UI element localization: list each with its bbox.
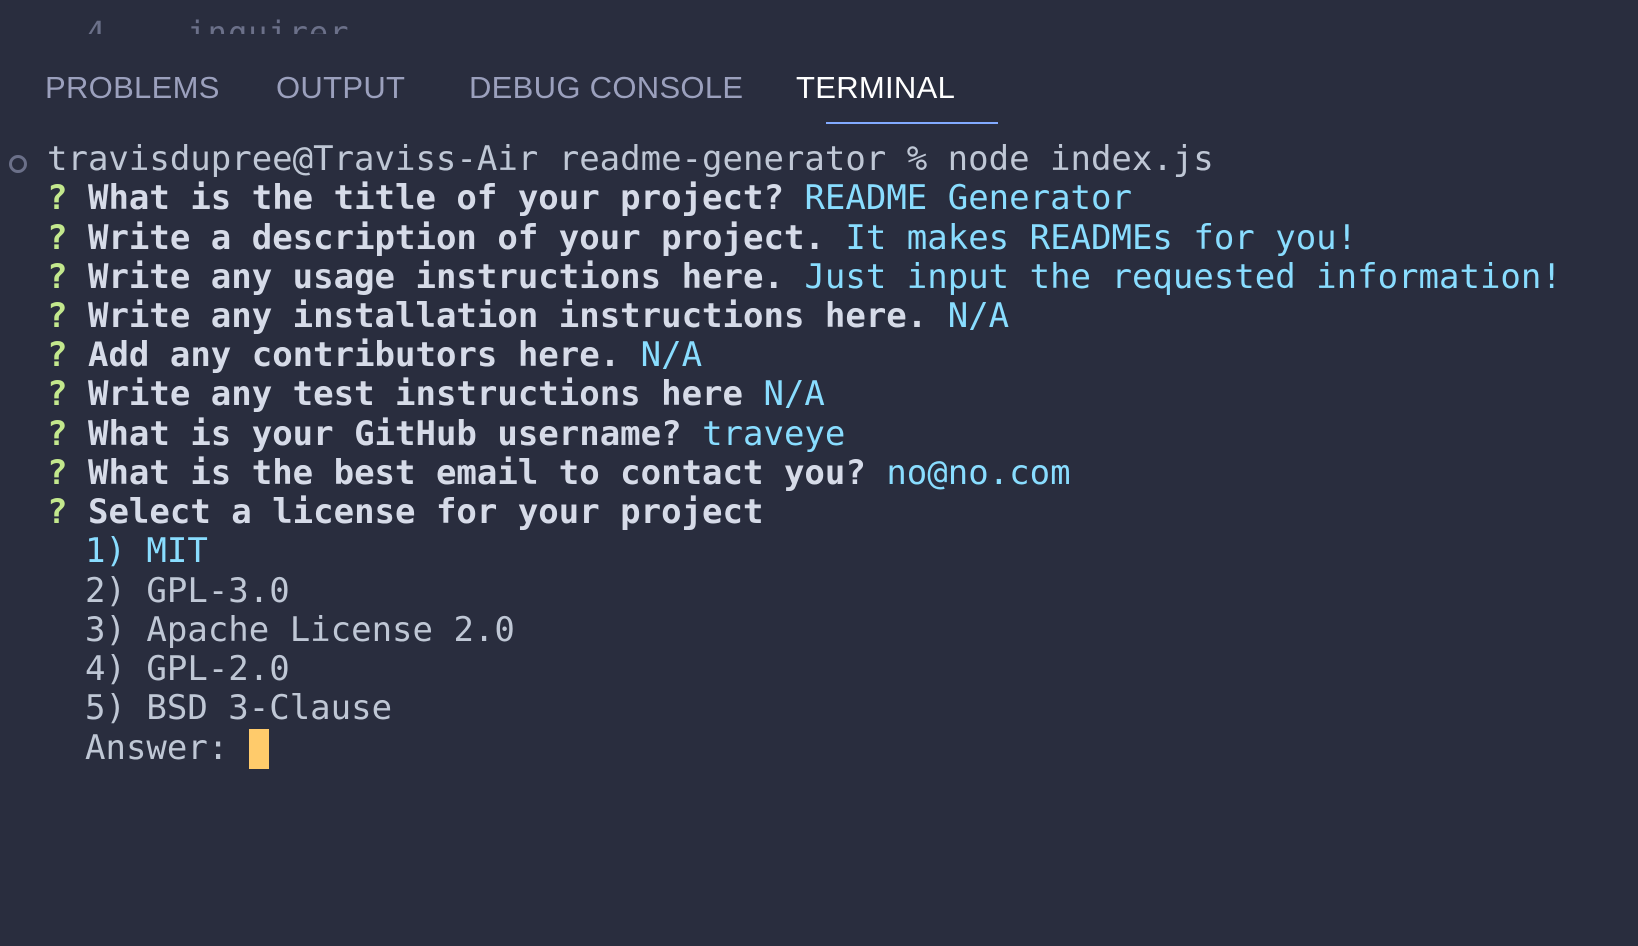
question-line: ? Write any installation instructions he… [47,296,1009,337]
question-text: Write a description of your project. [87,218,825,258]
prompt-marker: ? [47,257,68,297]
command-status-circle-icon [9,155,27,173]
tab-debug-console[interactable]: DEBUG CONSOLE [469,62,743,124]
question-text: What is the best email to contact you? [87,453,866,493]
license-choice-gpl-2[interactable]: 4) GPL-2.0 [85,649,290,690]
answer-text: no@no.com [886,453,1071,493]
question-text: Add any contributors here. [87,335,621,375]
prompt-marker: ? [47,414,68,454]
question-text: Write any installation instructions here… [87,296,928,336]
prompt-marker: ? [47,335,68,375]
question-text: What is the title of your project? [87,178,784,218]
question-line: ? What is your GitHub username? traveye [47,414,845,455]
prompt-marker: ? [47,374,68,414]
question-line: ? What is the title of your project? REA… [47,178,1132,219]
answer-text: It makes READMEs for you! [845,218,1358,258]
question-text: Write any usage instructions here. [87,257,784,297]
answer-text: README Generator [804,178,1132,218]
answer-text: N/A [640,335,703,375]
question-line: ? Select a license for your project [47,492,763,533]
prompt-marker: ? [47,218,68,258]
tab-terminal[interactable]: TERMINAL [796,62,955,124]
tab-output[interactable]: OUTPUT [276,62,405,124]
answer-text: Just input the requested information! [804,257,1562,297]
active-tab-indicator [826,122,998,124]
answer-text: N/A [763,374,825,414]
answer-prompt-label: Answer: [85,728,229,768]
command-line: travisdupree@Traviss-Air readme-generato… [47,139,1214,179]
tab-problems[interactable]: PROBLEMS [45,62,220,124]
scrolled-editor-line: 4 inquirer [0,0,1638,34]
question-text: Write any test instructions here [87,374,743,414]
license-choice-mit[interactable]: 1) MIT [85,531,208,572]
question-line: ? Write any usage instructions here. Jus… [47,257,1562,298]
license-choice-gpl-3[interactable]: 2) GPL-3.0 [85,571,290,612]
license-choice-bsd-3[interactable]: 5) BSD 3-Clause [85,688,392,729]
question-text: What is your GitHub username? [87,414,682,454]
question-line: ? Add any contributors here. N/A [47,335,702,376]
question-line: ? Write any test instructions here N/A [47,374,825,415]
answer-text: traveye [702,414,846,454]
prompt-marker: ? [47,178,68,218]
panel-tabs: PROBLEMS OUTPUT DEBUG CONSOLE TERMINAL [0,62,1638,128]
prompt-marker: ? [47,453,68,493]
answer-text: N/A [947,296,1010,336]
answer-input-line[interactable]: Answer: [85,728,269,769]
question-line: ? What is the best email to contact you?… [47,453,1071,494]
question-text: Select a license for your project [87,492,764,532]
question-line: ? Write a description of your project. I… [47,218,1357,259]
terminal-cursor [248,729,269,769]
scrolled-editor-line-text: 4 inquirer [86,14,350,34]
prompt-marker: ? [47,296,68,336]
prompt-marker: ? [47,492,68,532]
license-choice-apache-2[interactable]: 3) Apache License 2.0 [85,610,515,651]
